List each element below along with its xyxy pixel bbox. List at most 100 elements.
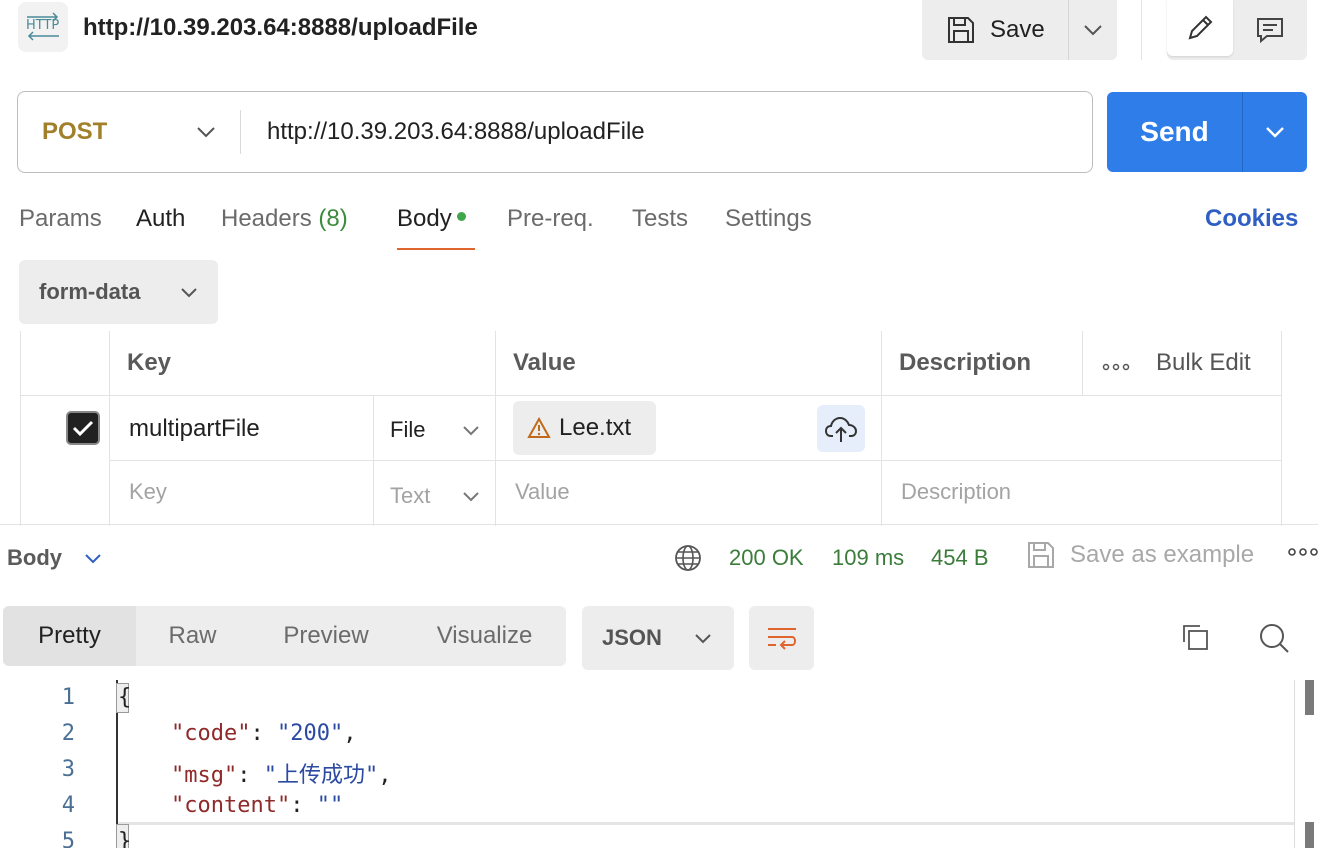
row-type-label: File bbox=[390, 417, 426, 442]
bulk-edit-link[interactable]: Bulk Edit bbox=[1156, 349, 1251, 377]
tab-prerequest[interactable]: Pre-req. bbox=[507, 205, 594, 233]
save-button-group: Save bbox=[922, 0, 1117, 60]
tab-headers[interactable]: Headers (8) bbox=[221, 205, 348, 233]
new-type-label: Text bbox=[390, 483, 431, 508]
comments-button[interactable] bbox=[1233, 0, 1307, 60]
line-number: 2 bbox=[61, 721, 75, 746]
edit-button[interactable] bbox=[1167, 0, 1233, 56]
send-button-group: Send bbox=[1107, 92, 1307, 172]
file-name: Lee.txt bbox=[559, 414, 632, 441]
chevron-down-icon bbox=[695, 633, 711, 643]
row-key[interactable]: multipartFile bbox=[129, 415, 260, 443]
view-tab-raw[interactable]: Raw bbox=[136, 606, 249, 666]
more-options-icon[interactable] bbox=[1102, 351, 1130, 379]
column-header-value: Value bbox=[513, 349, 576, 376]
url-input[interactable]: http://10.39.203.64:8888/uploadFile bbox=[241, 118, 645, 146]
table-divider bbox=[1281, 331, 1282, 526]
json-value: "" bbox=[316, 793, 344, 818]
format-select[interactable]: JSON bbox=[582, 606, 734, 670]
globe-icon[interactable] bbox=[673, 543, 703, 578]
column-header-description: Description bbox=[899, 349, 1032, 376]
line-number: 5 bbox=[61, 829, 75, 848]
new-description-input[interactable]: Description bbox=[901, 479, 1011, 505]
search-icon[interactable] bbox=[1258, 622, 1290, 659]
wrap-lines-button[interactable] bbox=[749, 606, 814, 670]
response-section-toggle[interactable]: Body bbox=[7, 545, 102, 571]
chevron-down-icon bbox=[463, 491, 479, 501]
new-key-input[interactable]: Key bbox=[129, 479, 167, 505]
upload-file-button[interactable] bbox=[817, 405, 865, 452]
save-button[interactable]: Save bbox=[922, 0, 1068, 60]
view-tab-pretty[interactable]: Pretty bbox=[3, 606, 136, 666]
chevron-down-icon bbox=[197, 127, 215, 138]
method-select[interactable]: POST bbox=[18, 118, 240, 146]
body-mode-select[interactable]: form-data bbox=[19, 260, 218, 324]
pencil-icon bbox=[1188, 15, 1213, 40]
json-key: "msg" bbox=[170, 763, 238, 788]
scrollbar-thumb[interactable] bbox=[1305, 822, 1314, 848]
cookies-link[interactable]: Cookies bbox=[1205, 205, 1298, 233]
save-label: Save bbox=[990, 16, 1045, 43]
body-indicator-dot bbox=[456, 212, 466, 222]
chevron-down-icon bbox=[1266, 127, 1284, 138]
save-options-button[interactable] bbox=[1069, 0, 1117, 60]
http-request-icon: HTTP bbox=[18, 2, 68, 52]
table-divider bbox=[20, 331, 21, 526]
pane-divider[interactable] bbox=[0, 524, 1318, 525]
send-options-button[interactable] bbox=[1243, 92, 1307, 172]
table-divider bbox=[1082, 331, 1083, 395]
scrollbar-thumb[interactable] bbox=[1305, 680, 1314, 715]
headers-count: (8) bbox=[318, 205, 348, 232]
tab-auth[interactable]: Auth bbox=[136, 205, 185, 233]
edit-comment-group bbox=[1167, 0, 1307, 60]
response-size[interactable]: 454 B bbox=[931, 545, 989, 571]
editor-scroll-track bbox=[1294, 680, 1295, 848]
code-line: "msg": "上传成功", bbox=[170, 763, 392, 788]
chevron-down-icon bbox=[463, 425, 479, 435]
form-data-table: Key Value Description Bulk Edit multipar… bbox=[20, 331, 1282, 526]
view-tab-preview[interactable]: Preview bbox=[249, 606, 403, 666]
new-value-input[interactable]: Value bbox=[515, 479, 570, 505]
json-key: "code" bbox=[170, 721, 251, 746]
save-icon bbox=[948, 17, 974, 43]
table-divider bbox=[110, 460, 1282, 461]
line-number: 3 bbox=[61, 757, 75, 782]
json-value: "200" bbox=[276, 721, 344, 746]
method-label: POST bbox=[42, 118, 108, 145]
tab-tests[interactable]: Tests bbox=[632, 205, 688, 233]
format-label: JSON bbox=[602, 625, 662, 650]
warning-icon bbox=[527, 417, 551, 438]
json-key: "content" bbox=[170, 793, 291, 818]
file-chip[interactable]: Lee.txt bbox=[513, 401, 656, 455]
new-type-select[interactable]: Text bbox=[390, 483, 480, 509]
tab-params[interactable]: Params bbox=[19, 205, 102, 233]
code-line: { bbox=[118, 685, 132, 710]
save-icon bbox=[1028, 542, 1054, 568]
row-type-select[interactable]: File bbox=[390, 417, 480, 443]
code-line: "content": "" bbox=[170, 793, 344, 818]
response-time[interactable]: 109 ms bbox=[832, 545, 904, 571]
copy-icon[interactable] bbox=[1180, 622, 1210, 657]
line-number: 4 bbox=[61, 793, 75, 818]
tab-headers-label: Headers bbox=[221, 205, 312, 232]
chevron-down-icon bbox=[85, 553, 101, 563]
row-enabled-checkbox[interactable] bbox=[66, 411, 100, 445]
table-divider bbox=[881, 331, 882, 526]
more-options-icon[interactable] bbox=[1288, 545, 1318, 563]
table-divider bbox=[373, 395, 374, 526]
save-as-example-button[interactable]: Save as example bbox=[1026, 540, 1254, 570]
body-mode-label: form-data bbox=[39, 279, 141, 304]
send-button[interactable]: Send bbox=[1107, 92, 1242, 172]
json-value: "上传成功" bbox=[263, 763, 379, 788]
url-bar: POST http://10.39.203.64:8888/uploadFile bbox=[17, 91, 1093, 173]
active-tab-underline bbox=[397, 248, 475, 250]
tab-settings[interactable]: Settings bbox=[725, 205, 812, 233]
divider bbox=[1141, 0, 1142, 60]
response-body-label: Body bbox=[7, 545, 62, 570]
wrap-lines-icon bbox=[767, 628, 796, 650]
status-code[interactable]: 200 OK bbox=[729, 545, 804, 571]
tab-body[interactable]: Body bbox=[397, 205, 466, 233]
view-tab-visualize[interactable]: Visualize bbox=[403, 606, 566, 666]
column-header-key: Key bbox=[127, 349, 172, 376]
request-title[interactable]: http://10.39.203.64:8888/uploadFile bbox=[83, 14, 478, 42]
